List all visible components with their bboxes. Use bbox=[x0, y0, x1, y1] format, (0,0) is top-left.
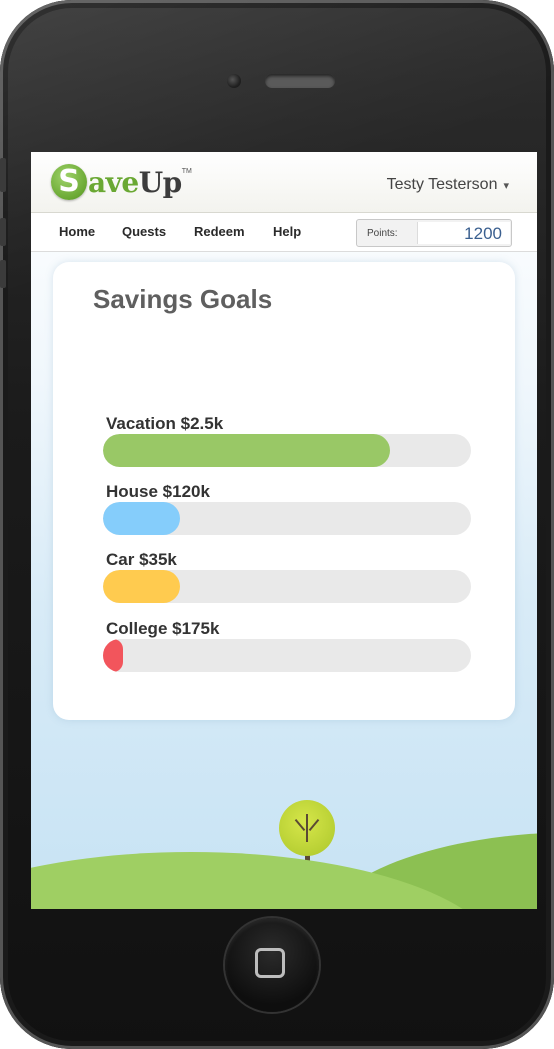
goal-progress-track bbox=[103, 639, 471, 672]
nav-item-redeem[interactable]: Redeem bbox=[194, 224, 245, 239]
app-screen: S aveUp TM Testy Testerson ▾ Home Quests… bbox=[31, 152, 537, 909]
logo-wordmark-ave: ave bbox=[88, 165, 139, 199]
goal-progress-track bbox=[103, 570, 471, 603]
app-header: S aveUp TM Testy Testerson ▾ bbox=[31, 152, 537, 212]
tree-branch bbox=[308, 818, 320, 832]
nav-item-help[interactable]: Help bbox=[273, 224, 301, 239]
points-display: Points: 1200 bbox=[356, 219, 512, 247]
savings-goals-card: Savings Goals Vacation $2.5k House $120k… bbox=[53, 262, 515, 720]
chevron-down-icon: ▾ bbox=[503, 179, 509, 192]
tree-branch bbox=[294, 818, 306, 832]
goal-progress-fill bbox=[103, 639, 123, 672]
home-square-icon bbox=[255, 948, 285, 978]
tree-icon bbox=[279, 800, 335, 856]
goal-label: Vacation $2.5k bbox=[106, 414, 224, 433]
nav-item-quests[interactable]: Quests bbox=[122, 224, 166, 239]
user-name: Testy Testerson bbox=[386, 176, 498, 193]
goal-label: College $175k bbox=[106, 619, 220, 638]
goal-progress-track bbox=[103, 434, 471, 467]
points-value-field: 1200 bbox=[417, 222, 510, 244]
volume-up-button bbox=[0, 218, 6, 246]
user-menu[interactable]: Testy Testerson ▾ bbox=[387, 176, 509, 194]
home-button[interactable] bbox=[225, 918, 319, 1012]
goal-label: House $120k bbox=[106, 482, 210, 501]
phone-frame: S aveUp TM Testy Testerson ▾ Home Quests… bbox=[0, 0, 554, 1049]
logo-trademark: TM bbox=[181, 168, 192, 175]
page-title: Savings Goals bbox=[93, 284, 273, 314]
goal-progress-fill bbox=[103, 570, 180, 603]
speaker-icon bbox=[265, 74, 335, 88]
goal-progress-fill bbox=[103, 434, 390, 467]
tree-branch bbox=[306, 814, 308, 842]
camera-icon bbox=[227, 74, 241, 88]
main-nav: Home Quests Redeem Help Points: 1200 bbox=[31, 212, 537, 252]
logo-wordmark-up: Up bbox=[138, 165, 183, 199]
volume-down-button bbox=[0, 260, 6, 288]
goal-label: Car $35k bbox=[106, 550, 177, 569]
mute-switch bbox=[0, 158, 6, 192]
saveup-logo[interactable]: S aveUp TM bbox=[51, 162, 192, 202]
points-label: Points: bbox=[367, 228, 398, 239]
goal-progress-track bbox=[103, 502, 471, 535]
logo-wordmark: aveUp bbox=[88, 166, 182, 199]
logo-s-mark: S bbox=[51, 164, 87, 200]
goal-progress-fill bbox=[103, 502, 180, 535]
points-value: 1200 bbox=[464, 224, 502, 243]
nav-item-home[interactable]: Home bbox=[59, 224, 95, 239]
